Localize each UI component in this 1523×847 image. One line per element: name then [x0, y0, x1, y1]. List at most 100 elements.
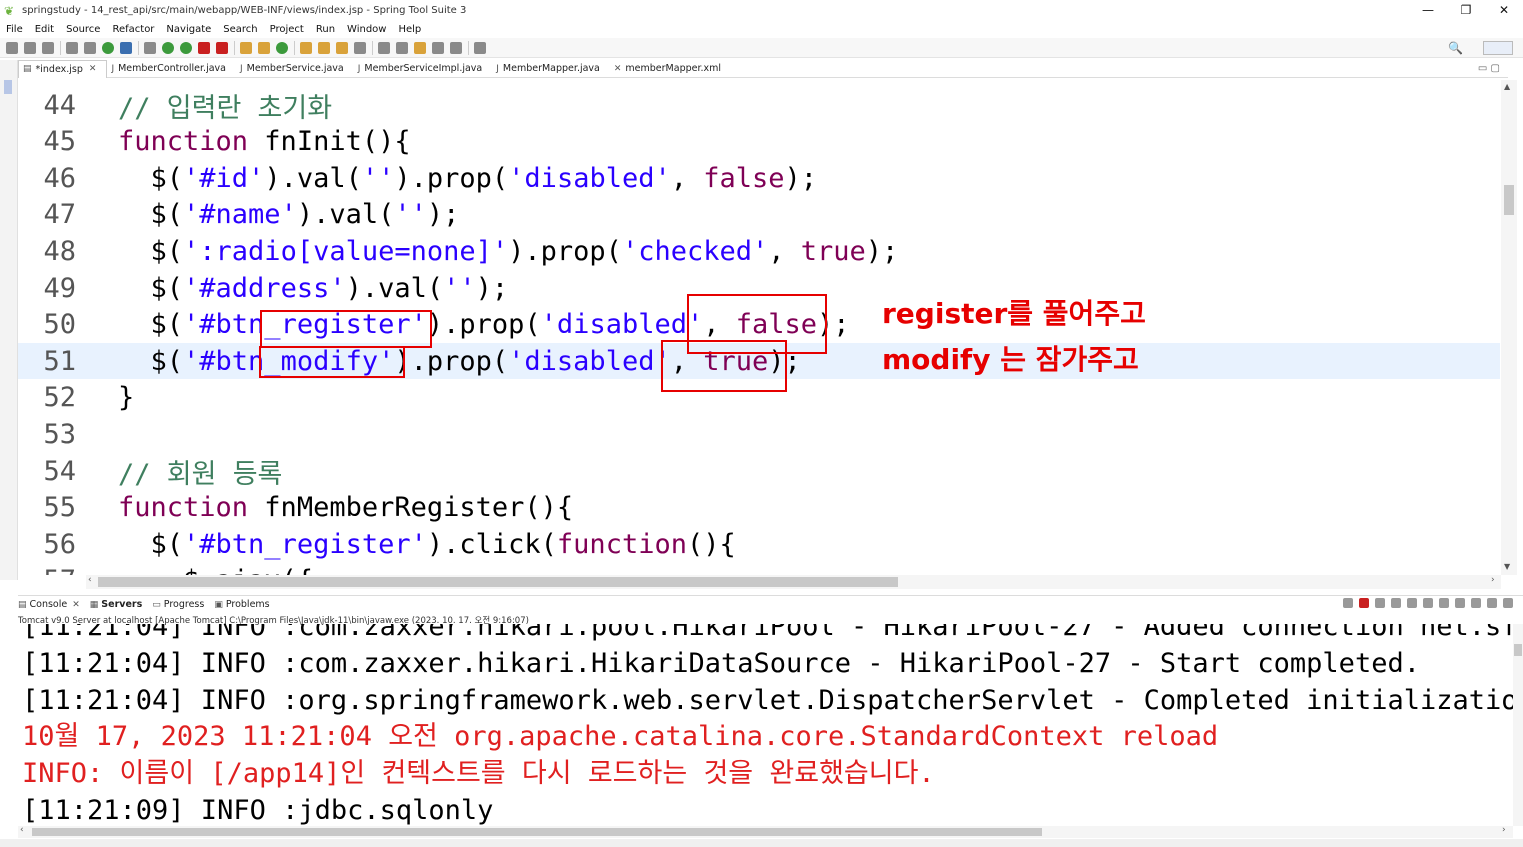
- tab-member-service[interactable]: J MemberService.java: [236, 60, 354, 78]
- minimize-button[interactable]: —: [1409, 0, 1447, 21]
- tab-member-service-impl[interactable]: J MemberServiceImpl.java: [354, 60, 493, 78]
- terminate-icon[interactable]: [1359, 598, 1369, 608]
- new-package-icon[interactable]: [258, 41, 270, 54]
- pin-editor-icon[interactable]: [474, 41, 486, 54]
- menu-project[interactable]: Project: [270, 24, 304, 35]
- code-token: ).prop(: [394, 345, 509, 377]
- menu-refactor[interactable]: Refactor: [112, 24, 154, 35]
- scroll-thumb[interactable]: [98, 577, 898, 587]
- search-toolbar-icon[interactable]: [336, 41, 348, 54]
- console-horizontal-scrollbar[interactable]: ‹ ›: [18, 825, 1513, 838]
- new-class-icon[interactable]: [276, 41, 288, 54]
- scroll-left-icon[interactable]: ‹: [88, 575, 92, 585]
- menu-help[interactable]: Help: [398, 24, 421, 35]
- skip-breakpoints-icon[interactable]: [84, 41, 96, 54]
- tab-member-controller[interactable]: J MemberController.java: [107, 60, 236, 78]
- remove-all-icon[interactable]: [1391, 598, 1401, 608]
- scroll-right-icon[interactable]: ›: [1502, 825, 1506, 835]
- code-line[interactable]: 47 $('#name').val('');: [18, 197, 1500, 233]
- tab-progress[interactable]: ▭ Progress: [152, 599, 204, 610]
- package-explorer-minimized-icon[interactable]: [4, 80, 12, 94]
- tab-member-mapper[interactable]: J MemberMapper.java: [492, 60, 610, 78]
- code-line[interactable]: 53: [18, 416, 1500, 452]
- code-line[interactable]: 45 function fnInit(){: [18, 124, 1500, 160]
- menu-file[interactable]: File: [6, 24, 23, 35]
- code-line[interactable]: 55 function fnMemberRegister(){: [18, 490, 1500, 526]
- remove-launch-icon[interactable]: [1375, 598, 1385, 608]
- scroll-right-icon[interactable]: ›: [1491, 575, 1495, 585]
- new-java-project-icon[interactable]: [240, 41, 252, 54]
- code-line[interactable]: 57 $.ajax({: [18, 563, 1500, 575]
- open-type-icon[interactable]: [300, 41, 312, 54]
- new-icon[interactable]: [6, 41, 18, 54]
- show-on-stderr-icon[interactable]: [1455, 598, 1465, 608]
- perspective-switcher[interactable]: [1483, 41, 1513, 55]
- stop-icon[interactable]: [198, 41, 210, 54]
- code-token: (){: [686, 528, 736, 560]
- editor-horizontal-scrollbar[interactable]: ‹ ›: [86, 575, 1501, 589]
- tab-problems[interactable]: ▣ Problems: [214, 599, 269, 610]
- display-console-icon[interactable]: [1471, 598, 1481, 608]
- scroll-left-icon[interactable]: ‹: [20, 825, 24, 835]
- menu-window[interactable]: Window: [347, 24, 386, 35]
- coverage-icon[interactable]: [180, 41, 192, 54]
- scroll-down-icon[interactable]: ▼: [1504, 562, 1510, 571]
- scroll-thumb[interactable]: [1504, 185, 1514, 215]
- save-all-icon[interactable]: [42, 41, 54, 54]
- next-annotation-icon[interactable]: [378, 41, 390, 54]
- tab-index-jsp[interactable]: ▤ *index.jsp ✕: [18, 59, 108, 78]
- line-number: 52: [43, 382, 76, 414]
- print-icon[interactable]: [66, 41, 78, 54]
- refresh-icon[interactable]: [120, 41, 132, 54]
- forward-icon[interactable]: [450, 41, 462, 54]
- tab-member-mapper-xml[interactable]: ✕ memberMapper.xml: [610, 60, 731, 78]
- scroll-thumb[interactable]: [1514, 644, 1522, 656]
- run-icon[interactable]: [162, 41, 174, 54]
- console-vertical-scrollbar[interactable]: [1513, 624, 1523, 826]
- code-line[interactable]: 54 // 회원 등록: [18, 453, 1500, 490]
- prev-annotation-icon[interactable]: [396, 41, 408, 54]
- scroll-thumb[interactable]: [32, 828, 1042, 836]
- code-token: ).val(: [345, 272, 444, 304]
- tab-servers[interactable]: ▦ Servers: [90, 599, 142, 610]
- close-icon[interactable]: ✕: [72, 600, 80, 610]
- tab-console[interactable]: ▤ Console ✕: [18, 599, 80, 610]
- code-token: ,: [768, 235, 801, 267]
- code-token: $(: [118, 235, 184, 267]
- debug-icon[interactable]: [144, 41, 156, 54]
- back-icon[interactable]: [432, 41, 444, 54]
- globe-icon[interactable]: [354, 41, 366, 54]
- scroll-up-icon[interactable]: ▲: [1504, 82, 1510, 91]
- code-line[interactable]: 46 $('#id').val('').prop('disabled', fal…: [18, 160, 1500, 196]
- line-number: 48: [43, 235, 76, 267]
- close-button[interactable]: ✕: [1485, 0, 1523, 21]
- pin-icon[interactable]: [1343, 598, 1353, 608]
- code-line[interactable]: 56 $('#btn_register').click(function(){: [18, 526, 1500, 562]
- close-icon[interactable]: ✕: [89, 64, 97, 74]
- code-token: ':radio[value=none]': [183, 235, 509, 267]
- menu-search[interactable]: Search: [223, 24, 257, 35]
- restore-button[interactable]: ❐: [1447, 0, 1485, 21]
- menu-run[interactable]: Run: [316, 24, 335, 35]
- code-text: $.ajax({: [118, 565, 313, 575]
- editor-view-controls[interactable]: ▭ ▢: [1478, 63, 1500, 74]
- open-task-icon[interactable]: [318, 41, 330, 54]
- menu-navigate[interactable]: Navigate: [166, 24, 211, 35]
- last-edit-icon[interactable]: [414, 41, 426, 54]
- search-icon[interactable]: 🔍: [1448, 41, 1463, 55]
- show-on-stdout-icon[interactable]: [1439, 598, 1449, 608]
- code-line[interactable]: 44 // 입력란 초기화: [18, 87, 1500, 124]
- word-wrap-icon[interactable]: [1423, 598, 1433, 608]
- external-tools-icon[interactable]: [216, 41, 228, 54]
- view-menu-icon[interactable]: [1503, 598, 1513, 608]
- boot-dashboard-icon[interactable]: [102, 41, 114, 54]
- scroll-lock-icon[interactable]: [1407, 598, 1417, 608]
- open-console-icon[interactable]: [1487, 598, 1497, 608]
- console-output[interactable]: [11:21:04] INFO :com.zaxxer.hikari.pool.…: [18, 624, 1513, 826]
- menu-source[interactable]: Source: [66, 24, 100, 35]
- code-token: '': [361, 162, 395, 194]
- code-line[interactable]: 48 $(':radio[value=none]').prop('checked…: [18, 233, 1500, 269]
- save-icon[interactable]: [24, 41, 36, 54]
- editor-vertical-scrollbar[interactable]: ▲ ▼: [1501, 80, 1517, 575]
- menu-edit[interactable]: Edit: [35, 24, 54, 35]
